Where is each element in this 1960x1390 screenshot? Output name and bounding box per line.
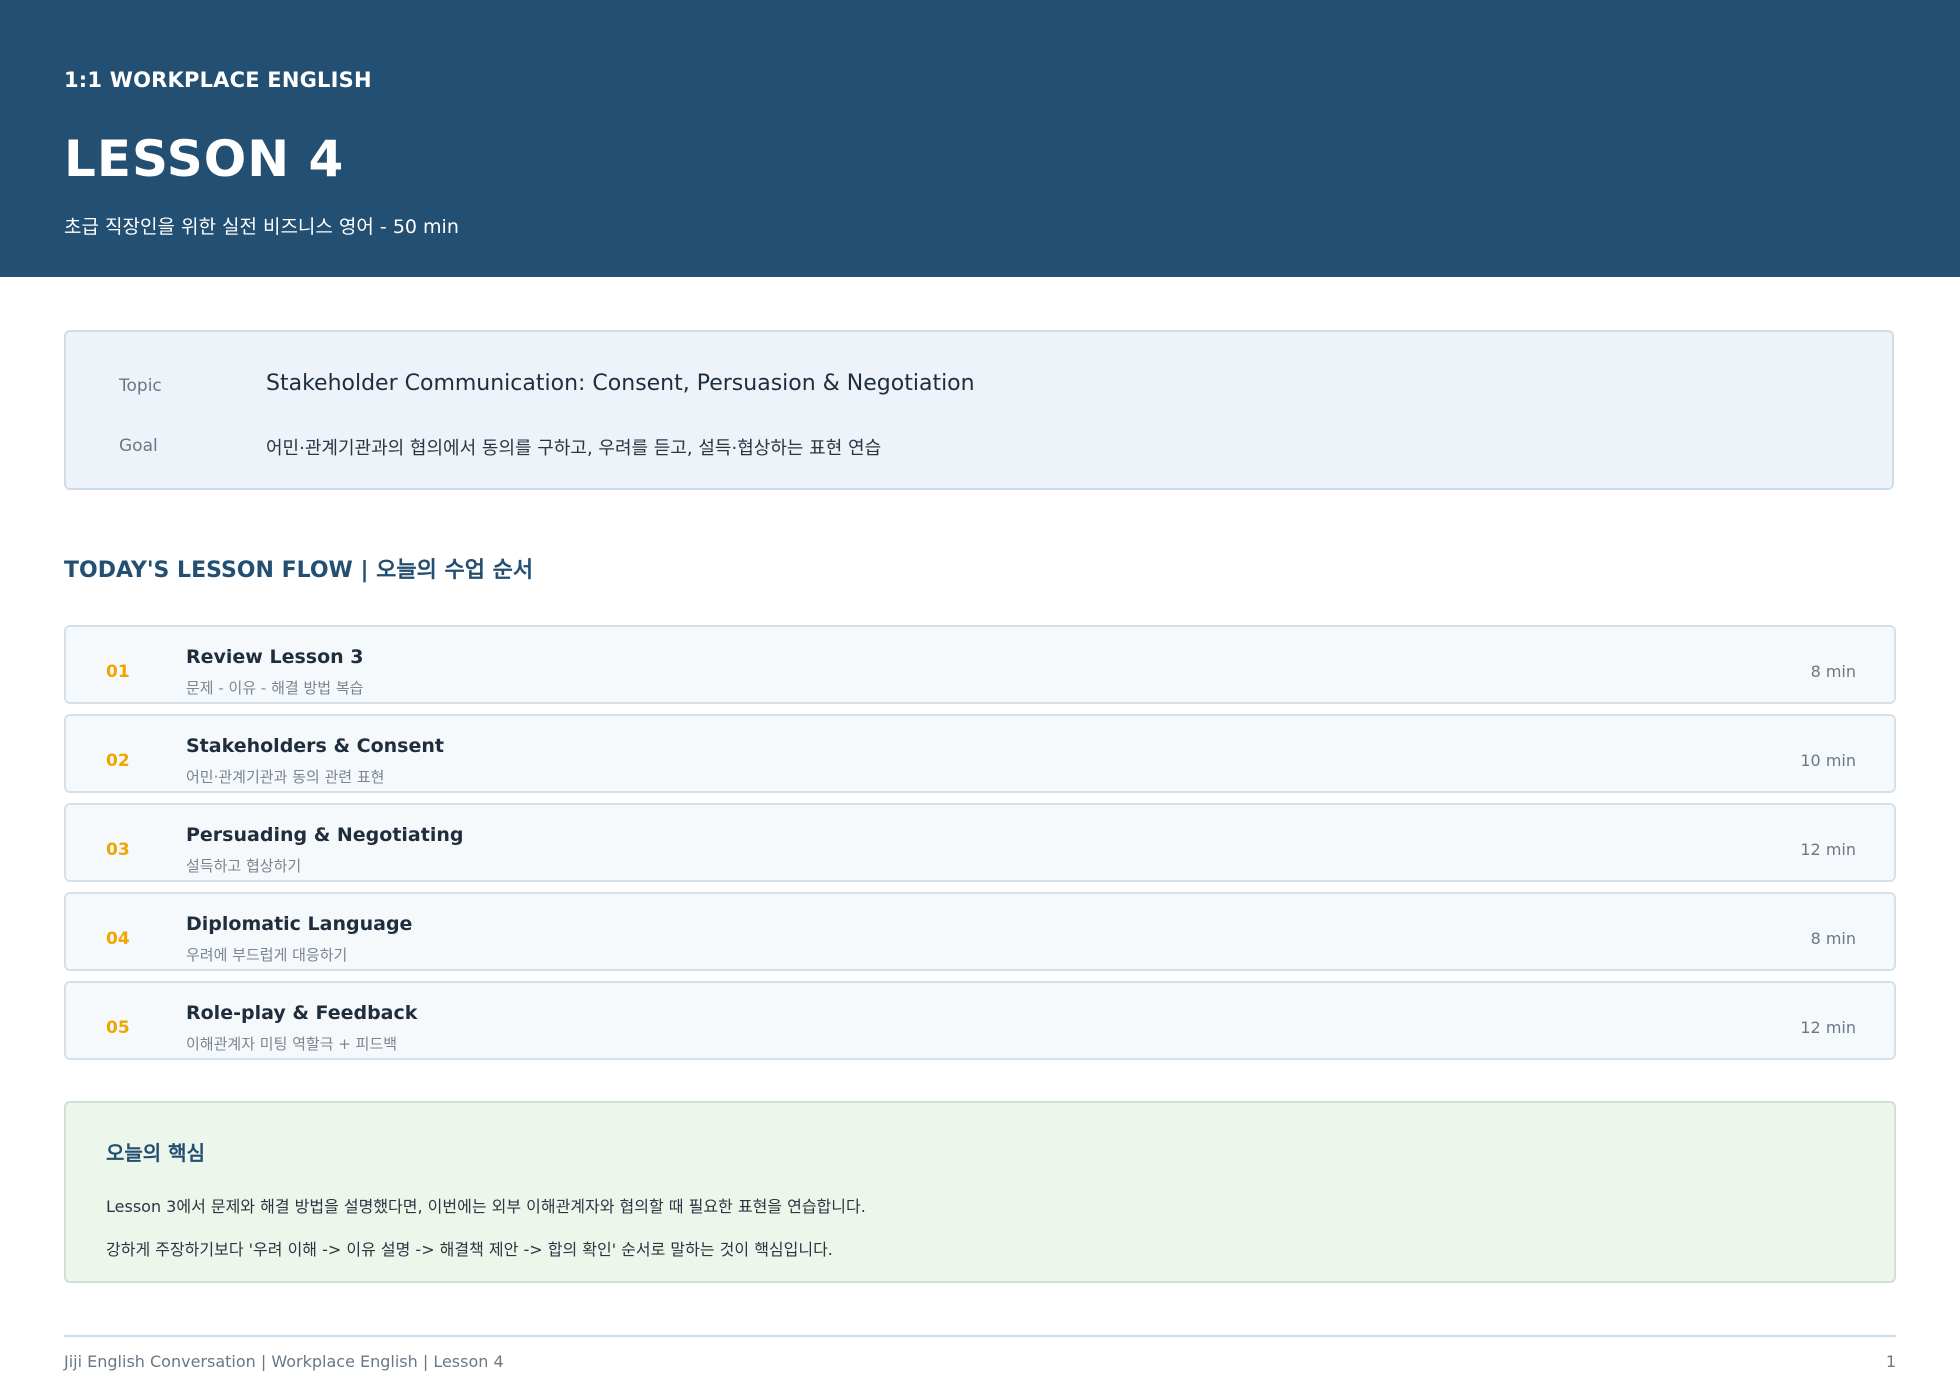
lesson-header: 1:1 WORKPLACE ENGLISH LESSON 4 초급 직장인을 위… xyxy=(0,0,1960,277)
flow-step: 01 Review Lesson 3 문제 - 이유 - 해결 방법 복습 8 … xyxy=(64,625,1896,704)
step-number: 02 xyxy=(106,751,130,771)
step-description: 문제 - 이유 - 해결 방법 복습 xyxy=(186,679,364,697)
step-duration: 10 min xyxy=(1800,751,1856,770)
step-description: 어민·관계기관과 동의 관련 표현 xyxy=(186,768,385,786)
step-number: 03 xyxy=(106,840,130,860)
step-number: 04 xyxy=(106,929,130,949)
goal-label: Goal xyxy=(119,436,158,456)
lesson-info-box: Topic Stakeholder Communication: Consent… xyxy=(64,330,1894,490)
step-number: 01 xyxy=(106,662,130,682)
step-description: 설득하고 협상하기 xyxy=(186,857,302,875)
key-point-line: 강하게 주장하기보다 '우려 이해 -> 이유 설명 -> 해결책 제안 -> … xyxy=(106,1240,833,1259)
step-description: 이해관계자 미팅 역할극 + 피드백 xyxy=(186,1035,398,1053)
topic-label: Topic xyxy=(119,376,162,396)
step-title: Role-play & Feedback xyxy=(186,1002,418,1024)
footer-text: Jiji English Conversation | Workplace En… xyxy=(64,1352,504,1371)
goal-value: 어민·관계기관과의 협의에서 동의를 구하고, 우려를 듣고, 설득·협상하는 … xyxy=(266,438,882,459)
flow-step: 04 Diplomatic Language 우려에 부드럽게 대응하기 8 m… xyxy=(64,892,1896,971)
key-point-line: Lesson 3에서 문제와 해결 방법을 설명했다면, 이번에는 외부 이해관… xyxy=(106,1197,866,1216)
key-point-box: 오늘의 핵심 Lesson 3에서 문제와 해결 방법을 설명했다면, 이번에는… xyxy=(64,1101,1896,1283)
flow-step: 03 Persuading & Negotiating 설득하고 협상하기 12… xyxy=(64,803,1896,882)
step-duration: 12 min xyxy=(1800,1018,1856,1037)
course-eyebrow: 1:1 WORKPLACE ENGLISH xyxy=(64,68,372,92)
step-title: Review Lesson 3 xyxy=(186,646,364,668)
step-duration: 12 min xyxy=(1800,840,1856,859)
step-number: 05 xyxy=(106,1018,130,1038)
footer-divider xyxy=(64,1335,1896,1337)
step-title: Stakeholders & Consent xyxy=(186,735,444,757)
step-title: Diplomatic Language xyxy=(186,913,413,935)
step-duration: 8 min xyxy=(1810,929,1856,948)
lesson-flow-heading: TODAY'S LESSON FLOW | 오늘의 수업 순서 xyxy=(64,558,534,583)
lesson-title: LESSON 4 xyxy=(64,130,345,188)
step-title: Persuading & Negotiating xyxy=(186,824,464,846)
lesson-subtitle: 초급 직장인을 위한 실전 비즈니스 영어 - 50 min xyxy=(64,216,459,238)
lesson-flow-list: 01 Review Lesson 3 문제 - 이유 - 해결 방법 복습 8 … xyxy=(64,625,1896,1070)
key-point-title: 오늘의 핵심 xyxy=(106,1141,205,1165)
page-number: 1 xyxy=(1885,1352,1896,1371)
flow-step: 05 Role-play & Feedback 이해관계자 미팅 역할극 + 피… xyxy=(64,981,1896,1060)
flow-step: 02 Stakeholders & Consent 어민·관계기관과 동의 관련… xyxy=(64,714,1896,793)
topic-value: Stakeholder Communication: Consent, Pers… xyxy=(266,371,975,396)
step-duration: 8 min xyxy=(1810,662,1856,681)
step-description: 우려에 부드럽게 대응하기 xyxy=(186,946,348,964)
